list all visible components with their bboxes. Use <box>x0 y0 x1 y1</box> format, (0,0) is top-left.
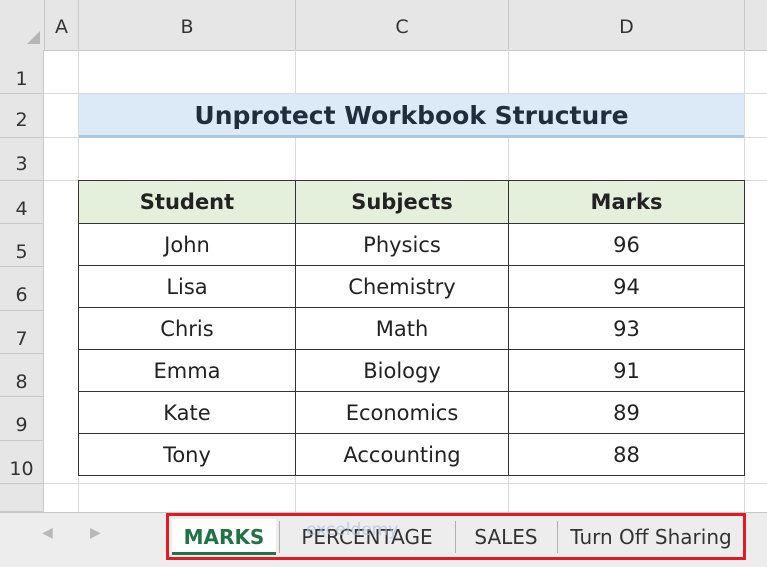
row-header-8[interactable]: 8 <box>0 354 44 397</box>
table-row: John Physics 96 <box>78 223 745 266</box>
row-header-10[interactable]: 10 <box>0 441 44 484</box>
header-marks[interactable]: Marks <box>508 180 745 224</box>
cell-student[interactable]: Chris <box>78 307 296 350</box>
table-row: Lisa Chemistry 94 <box>78 265 745 308</box>
row-header-1[interactable]: 1 <box>0 50 44 94</box>
column-header-d[interactable]: D <box>509 0 745 50</box>
cell-marks[interactable]: 93 <box>508 307 745 350</box>
cell-subject[interactable]: Economics <box>295 391 509 434</box>
row-header-4[interactable]: 4 <box>0 181 44 224</box>
cell-marks[interactable]: 89 <box>508 391 745 434</box>
cell-subject[interactable]: Biology <box>295 349 509 392</box>
column-header-a[interactable]: A <box>45 0 79 50</box>
table-header-row: Student Subjects Marks <box>78 180 745 224</box>
table-row: Kate Economics 89 <box>78 391 745 434</box>
cell-student[interactable]: Emma <box>78 349 296 392</box>
title-cell[interactable]: Unprotect Workbook Structure <box>79 94 744 138</box>
chevron-left-icon[interactable]: ◀ <box>42 525 53 541</box>
select-all-triangle-icon <box>27 31 40 44</box>
column-header-b[interactable]: B <box>79 0 296 50</box>
cell-subject[interactable]: Math <box>295 307 509 350</box>
row-header-6[interactable]: 6 <box>0 267 44 311</box>
cell-subject[interactable]: Accounting <box>295 433 509 476</box>
row-header-2[interactable]: 2 <box>0 94 44 138</box>
header-student[interactable]: Student <box>78 180 296 224</box>
tabs-highlight-box <box>166 513 746 560</box>
cell-student[interactable]: Lisa <box>78 265 296 308</box>
column-header-bar: A B C D <box>0 0 767 51</box>
data-table: Student Subjects Marks John Physics 96 L… <box>78 180 745 476</box>
header-subjects[interactable]: Subjects <box>295 180 509 224</box>
column-header-c[interactable]: C <box>296 0 509 50</box>
cell-student[interactable]: John <box>78 223 296 266</box>
cell-subject[interactable]: Chemistry <box>295 265 509 308</box>
table-row: Emma Biology 91 <box>78 349 745 392</box>
select-all-button[interactable] <box>0 0 45 50</box>
row-header-3[interactable]: 3 <box>0 138 44 181</box>
cell-subject[interactable]: Physics <box>295 223 509 266</box>
cell-marks[interactable]: 96 <box>508 223 745 266</box>
cell-marks[interactable]: 94 <box>508 265 745 308</box>
row-header-11[interactable] <box>0 484 44 512</box>
row-header-7[interactable]: 7 <box>0 311 44 354</box>
row-header-5[interactable]: 5 <box>0 224 44 267</box>
cell-student[interactable]: Tony <box>78 433 296 476</box>
cell-marks[interactable]: 88 <box>508 433 745 476</box>
cell-student[interactable]: Kate <box>78 391 296 434</box>
gridline <box>44 483 767 484</box>
chevron-right-icon[interactable]: ▶ <box>90 525 101 541</box>
cell-marks[interactable]: 91 <box>508 349 745 392</box>
table-row: Chris Math 93 <box>78 307 745 350</box>
table-row: Tony Accounting 88 <box>78 433 745 476</box>
row-header-9[interactable]: 9 <box>0 397 44 441</box>
